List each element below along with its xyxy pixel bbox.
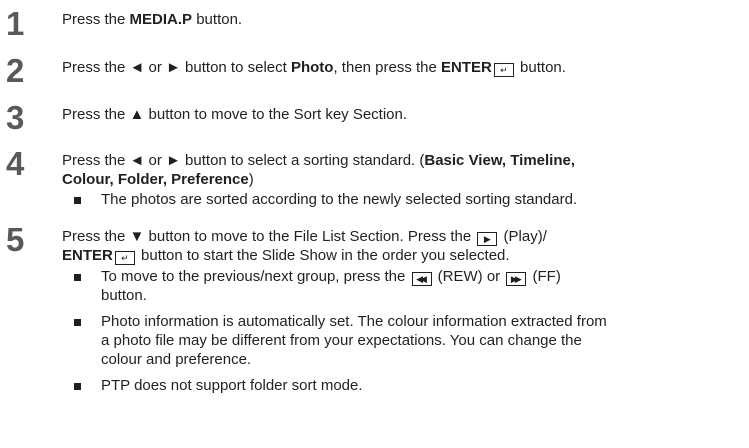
bullet-text: button.: [101, 287, 147, 304]
ff-key-icon: ▶▶: [506, 272, 527, 286]
bullet-text: a photo file may be different from your …: [101, 332, 582, 349]
step-number: 2: [6, 52, 25, 89]
button-name: ENTER: [441, 59, 492, 76]
bullet-list: To move to the previous/next group, pres…: [74, 267, 607, 395]
text-segment: Press the: [62, 11, 130, 28]
bullet-item: Photo information is automatically set. …: [74, 312, 607, 369]
text-segment: , then press the: [333, 59, 442, 76]
bullet-text: (REW) or: [433, 268, 505, 285]
text-segment: Press the ◄ or ► button to select a sort…: [62, 152, 425, 169]
square-bullet-icon: [74, 197, 81, 204]
step-number: 3: [6, 99, 25, 136]
square-bullet-icon: [74, 274, 81, 281]
enter-key-icon: ↵: [114, 251, 135, 265]
enter-key-icon: ↵: [493, 63, 514, 77]
step-text: Press the ▼ button to move to the File L…: [62, 227, 547, 265]
bullet-text: To move to the previous/next group, pres…: [101, 268, 410, 285]
text-segment: Press the ◄ or ► button to select: [62, 59, 291, 76]
text-segment: Press the ▼ button to move to the File L…: [62, 228, 476, 245]
button-name: ENTER: [62, 247, 113, 264]
square-bullet-icon: [74, 383, 81, 390]
play-key-icon: ▶: [477, 232, 498, 246]
option-list: Basic View, Timeline,: [424, 152, 576, 169]
bullet-text: The photos are sorted according to the n…: [101, 191, 578, 208]
bullet-item: The photos are sorted according to the n…: [74, 190, 577, 209]
menu-name: Photo: [290, 59, 334, 76]
button-name: MEDIA.P: [129, 11, 193, 28]
step-number: 1: [6, 5, 25, 42]
bullet-text: (FF): [528, 268, 561, 285]
text-segment: ): [248, 171, 254, 188]
bullet-item: PTP does not support folder sort mode.: [74, 376, 607, 395]
bullet-item: To move to the previous/next group, pres…: [74, 267, 607, 305]
text-segment: button to start the Slide Show in the or…: [136, 247, 510, 264]
bullet-text: colour and preference.: [101, 351, 252, 368]
step-text: Press the ▲ button to move to the Sort k…: [62, 106, 408, 123]
step-number: 4: [6, 145, 25, 182]
bullet-text: PTP does not support folder sort mode.: [101, 377, 363, 394]
text-segment: button.: [192, 11, 243, 28]
text-segment: (Play)/: [499, 228, 547, 245]
bullet-text: Photo information is automatically set. …: [101, 313, 607, 330]
option-list: Colour, Folder, Preference: [62, 171, 249, 188]
step-text: Press the ◄ or ► button to select Photo,…: [62, 58, 566, 77]
step-text: Press the ◄ or ► button to select a sort…: [62, 151, 575, 189]
bullet-list: The photos are sorted according to the n…: [74, 190, 577, 209]
rew-key-icon: ◀◀: [411, 272, 432, 286]
text-segment: button.: [515, 59, 566, 76]
square-bullet-icon: [74, 319, 81, 326]
step-text: Press the MEDIA.P button.: [62, 10, 242, 29]
step-number: 5: [6, 221, 25, 258]
